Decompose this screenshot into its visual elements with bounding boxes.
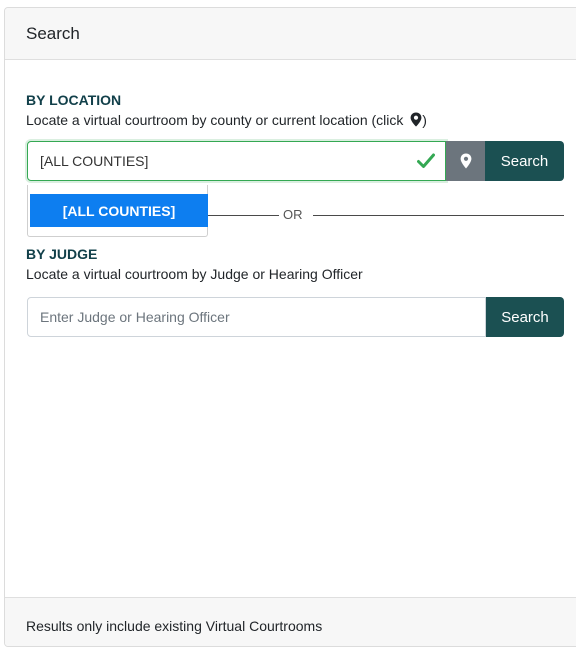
judge-section-description: Locate a virtual courtroom by Judge or H…	[26, 266, 363, 282]
map-pin-icon	[410, 112, 422, 127]
divider-line-left	[208, 215, 279, 216]
county-input-wrapper	[27, 141, 446, 181]
panel-header: Search	[5, 8, 576, 60]
location-description-end: )	[422, 112, 427, 128]
location-section-label: BY LOCATION	[26, 92, 122, 108]
county-input[interactable]	[28, 142, 445, 180]
map-pin-icon	[460, 153, 471, 169]
judge-input[interactable]	[28, 298, 485, 336]
current-location-button[interactable]	[446, 141, 485, 181]
dropdown-option-all-counties[interactable]: [ALL COUNTIES]	[30, 194, 208, 227]
footer-note: Results only include existing Virtual Co…	[26, 618, 323, 634]
panel-title: Search	[26, 24, 80, 43]
location-description-text: Locate a virtual courtroom by county or …	[26, 112, 408, 128]
location-section-description: Locate a virtual courtroom by county or …	[26, 112, 427, 128]
or-divider-label: OR	[283, 207, 303, 222]
judge-search-button[interactable]: Search	[486, 297, 564, 337]
county-dropdown: [ALL COUNTIES]	[27, 185, 208, 237]
judge-section-label: BY JUDGE	[26, 246, 98, 262]
judge-input-wrapper	[27, 297, 486, 337]
location-search-button[interactable]: Search	[485, 141, 564, 181]
search-panel: Search BY LOCATION Locate a virtual cour…	[4, 7, 576, 647]
panel-footer: Results only include existing Virtual Co…	[5, 597, 576, 646]
divider-line-right	[313, 215, 564, 216]
check-icon	[417, 153, 435, 168]
